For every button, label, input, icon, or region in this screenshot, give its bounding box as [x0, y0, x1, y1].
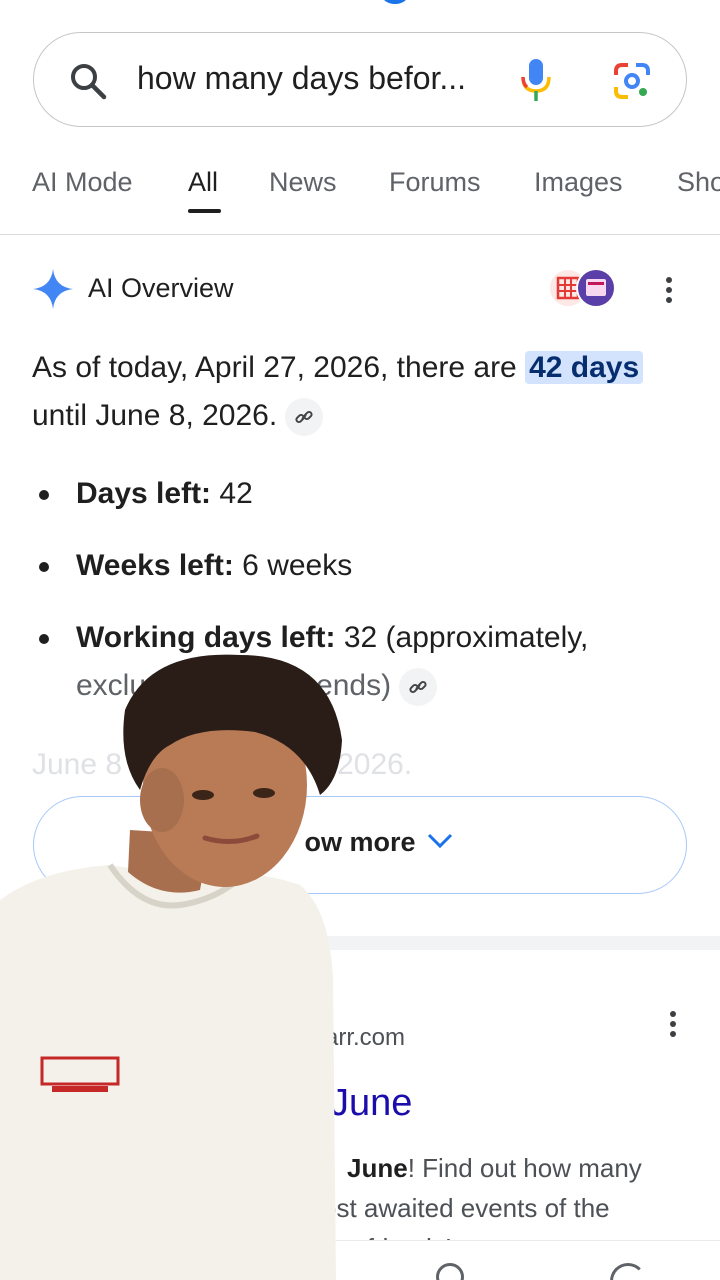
notifications-icon[interactable]	[436, 1263, 464, 1280]
sparkle-icon	[33, 269, 73, 309]
answer-intro: As of today, April 27, 2026, there are	[32, 351, 526, 384]
answer-highlight: 42 days	[525, 351, 644, 384]
list-item: Weeks left: 6 weeks	[39, 542, 676, 590]
snippet-bold: June	[347, 1153, 408, 1183]
bullet-label: Days left:	[76, 477, 212, 510]
tab-all[interactable]: All	[188, 167, 218, 198]
tab-images[interactable]: Images	[534, 167, 623, 198]
search-bar[interactable]: how many days befor...	[33, 32, 687, 127]
tab-news[interactable]: News	[269, 167, 337, 198]
history-icon[interactable]	[610, 1263, 646, 1280]
result-snippet: June! Find out how many ost awaited even…	[322, 1148, 682, 1252]
bullet-dot	[39, 490, 49, 500]
bullet-value: 6 weeks	[233, 549, 353, 582]
mic-icon[interactable]	[518, 57, 554, 103]
ai-overview-header: AI Overview	[32, 268, 692, 312]
snippet-line: ost awaited events of the	[322, 1193, 610, 1223]
tab-forums[interactable]: Forums	[389, 167, 481, 198]
chevron-down-icon	[427, 833, 453, 849]
source-link-icon[interactable]	[399, 668, 438, 707]
search-tabs: AI Mode All News Forums Images Sho	[0, 150, 720, 235]
tab-shopping[interactable]: Sho	[677, 167, 720, 198]
site-thumbnail-icon	[576, 268, 616, 308]
tab-ai-mode[interactable]: AI Mode	[32, 167, 133, 198]
bullet-dot	[39, 634, 49, 644]
active-tab-indicator	[188, 209, 221, 213]
ai-answer-text: As of today, April 27, 2026, there are 4…	[32, 344, 692, 440]
bullet-value: 32 (approximately,	[335, 621, 589, 654]
search-icon[interactable]	[68, 61, 108, 101]
ai-overview-title: AI Overview	[88, 273, 234, 303]
answer-intro-end: until June 8, 2026.	[32, 399, 278, 432]
lens-icon[interactable]	[612, 61, 652, 101]
source-thumbnails[interactable]	[548, 268, 618, 310]
bullet-dot	[39, 562, 49, 572]
list-item: Days left: 42	[39, 470, 676, 518]
bullet-value: 42	[211, 477, 253, 510]
more-vert-icon[interactable]	[664, 276, 674, 304]
search-input[interactable]: how many days befor...	[137, 60, 466, 97]
top-indicator	[382, 0, 408, 4]
source-link-icon[interactable]	[285, 398, 324, 437]
snippet-line: ! Find out how many	[407, 1153, 642, 1183]
more-vert-icon[interactable]	[668, 1010, 678, 1038]
person-overlay-image	[0, 654, 342, 1280]
bullet-label: Weeks left:	[76, 549, 234, 582]
